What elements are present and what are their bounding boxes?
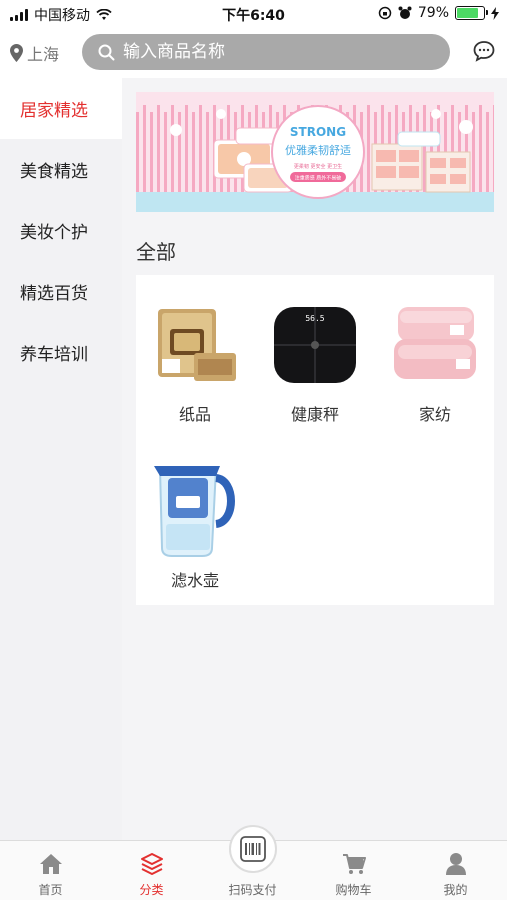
banner-title: STRONG [290, 125, 346, 139]
rotation-lock-icon [378, 6, 392, 20]
sidebar-item-label: 精选百货 [20, 284, 88, 304]
scale-reading: 56.5 [305, 314, 324, 323]
cart-icon [342, 851, 366, 877]
tissue-pack-icon [150, 299, 240, 389]
sidebar-item-label: 居家精选 [20, 101, 88, 121]
top-header: 上海 [0, 28, 507, 78]
sidebar-item-label: 美妆个护 [20, 223, 88, 243]
charging-bolt-icon [491, 6, 499, 20]
promo-banner[interactable]: STRONG 优雅柔韧舒适 更柔韧 更安全 更卫生 注重质感 质外不易破 [136, 92, 494, 212]
bathroom-scale-icon: 56.5 [270, 299, 360, 389]
sidebar-item-car-training[interactable]: 养车培训 [0, 322, 122, 383]
category-tile-paper[interactable]: 纸品 [136, 275, 254, 425]
folded-blanket-icon [390, 299, 480, 389]
banner-tagline: 注重质感 质外不易破 [295, 175, 342, 182]
barcode-scan-icon [228, 825, 277, 873]
tab-label: 分类 [139, 883, 164, 897]
category-label: 健康秤 [290, 405, 339, 424]
tab-label: 购物车 [335, 883, 372, 897]
location-pin-icon [10, 44, 23, 62]
banner-subtitle: 优雅柔韧舒适 [285, 143, 351, 157]
category-label: 纸品 [178, 405, 211, 424]
sidebar-item-home-selection[interactable]: 居家精选 [0, 78, 122, 139]
tab-cart[interactable]: 购物车 [303, 841, 404, 900]
water-filter-pitcher-icon [150, 465, 240, 557]
category-label: 滤水壶 [170, 571, 219, 590]
status-bar: 中国移动 下午6:40 79% [0, 0, 507, 28]
tab-label: 扫码支付 [228, 883, 277, 897]
location-label: 上海 [27, 45, 60, 64]
category-tile-water-filter[interactable]: 滤水壶 [136, 441, 254, 591]
user-icon [445, 851, 467, 877]
tab-mine[interactable]: 我的 [404, 841, 507, 900]
sidebar-item-label: 养车培训 [20, 345, 88, 365]
message-button[interactable] [473, 40, 495, 66]
tab-home[interactable]: 首页 [0, 841, 101, 900]
section-title: 全部 [136, 240, 176, 264]
banner-small-text: 更柔韧 更安全 更卫生 [294, 163, 342, 170]
category-tile-home-textiles[interactable]: 家纺 [376, 275, 494, 425]
location-selector[interactable]: 上海 [10, 41, 59, 65]
banner-image: STRONG 优雅柔韧舒适 更柔韧 更安全 更卫生 注重质感 质外不易破 [136, 92, 494, 212]
tab-label: 首页 [38, 883, 63, 897]
sidebar-item-label: 美食精选 [20, 162, 88, 182]
category-tile-health-scale[interactable]: 56.5 健康秤 [256, 275, 374, 425]
search-bar[interactable] [82, 34, 450, 70]
sidebar-item-food-selection[interactable]: 美食精选 [0, 139, 122, 200]
home-icon [39, 851, 63, 877]
product-category-grid: 纸品 56.5 健康秤 家纺 滤水壶 [136, 275, 494, 605]
tab-category[interactable]: 分类 [101, 841, 202, 900]
category-label: 家纺 [418, 405, 451, 424]
chat-bubble-icon [473, 41, 495, 62]
tab-label: 我的 [443, 883, 468, 897]
sidebar-item-general-goods[interactable]: 精选百货 [0, 261, 122, 322]
category-content: STRONG 优雅柔韧舒适 更柔韧 更安全 更卫生 注重质感 质外不易破 全部 [122, 78, 507, 840]
battery-percent: 79% [417, 5, 449, 21]
alarm-icon [398, 6, 412, 19]
bottom-tab-bar: 首页 分类 扫码支付 购物车 我的 [0, 825, 507, 900]
tab-scan-pay[interactable]: 扫码支付 [202, 825, 303, 900]
category-layers-icon [140, 851, 164, 877]
search-icon [98, 44, 115, 60]
sidebar-item-beauty-care[interactable]: 美妆个护 [0, 200, 122, 261]
category-sidebar: 居家精选 美食精选 美妆个护 精选百货 养车培训 [0, 78, 122, 840]
battery-icon [455, 6, 488, 20]
search-input[interactable] [123, 42, 423, 62]
